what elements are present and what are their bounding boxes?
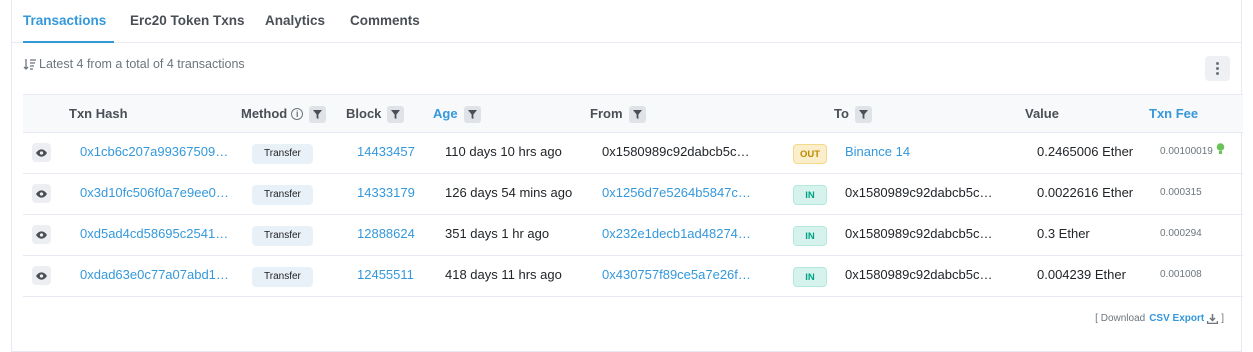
csv-export-label: CSV Export bbox=[1149, 313, 1205, 324]
table-header: Txn Hash Method i Block Age From To Valu… bbox=[23, 94, 1243, 133]
column-header-to: To bbox=[834, 95, 872, 133]
method-badge: Transfer bbox=[252, 226, 313, 246]
to-filter-button[interactable] bbox=[854, 105, 872, 123]
age-text: 351 days 1 hr ago bbox=[445, 226, 550, 241]
info-icon[interactable]: i bbox=[291, 108, 304, 120]
eye-icon bbox=[36, 189, 47, 198]
download-icon bbox=[1207, 313, 1219, 324]
block-filter-button[interactable] bbox=[387, 105, 405, 123]
txn-hash-link[interactable]: 0xd5ad4cd58695c25413… bbox=[80, 215, 232, 255]
filter-icon bbox=[391, 109, 401, 119]
age-text: 126 days 54 mins ago bbox=[445, 185, 573, 200]
tab-transactions[interactable]: Transactions bbox=[23, 0, 114, 43]
filter-icon bbox=[313, 109, 323, 119]
eye-icon bbox=[36, 271, 47, 280]
from-address-link[interactable]: 0x1256d7e5264b5847cc… bbox=[602, 174, 754, 214]
table-row: 0x3d10fc506f0a7e9ee06… Transfer 14333179… bbox=[23, 174, 1243, 215]
tab-erc20-token-txns[interactable]: Erc20 Token Txns bbox=[130, 0, 245, 43]
tab-comments[interactable]: Comments bbox=[350, 0, 420, 43]
tab-analytics[interactable]: Analytics bbox=[265, 0, 325, 43]
column-header-method: Method i bbox=[241, 95, 327, 133]
sort-amount-down-icon bbox=[23, 58, 36, 70]
filter-icon bbox=[858, 109, 868, 119]
from-filter-button[interactable] bbox=[628, 105, 646, 123]
eye-icon bbox=[36, 230, 47, 239]
value-text: 0.004239 Ether bbox=[1037, 267, 1126, 282]
method-filter-button[interactable] bbox=[309, 105, 327, 123]
direction-badge-in: IN bbox=[793, 185, 827, 205]
view-details-button[interactable] bbox=[32, 143, 51, 162]
block-link[interactable]: 14333179 bbox=[357, 174, 415, 214]
to-address: 0x1580989c92dabcb5c7… bbox=[845, 185, 997, 200]
age-text: 110 days 10 hrs ago bbox=[445, 144, 562, 159]
view-details-button[interactable] bbox=[32, 266, 51, 285]
column-header-txn-hash: Txn Hash bbox=[69, 106, 128, 121]
txn-hash-link[interactable]: 0x1cb6c207a993675099… bbox=[80, 133, 232, 173]
value-text: 0.2465006 Ether bbox=[1037, 144, 1134, 159]
method-badge: Transfer bbox=[252, 144, 313, 164]
view-details-button[interactable] bbox=[32, 184, 51, 203]
txn-fee-text: 0.000315 bbox=[1160, 187, 1202, 198]
method-badge: Transfer bbox=[252, 185, 313, 205]
transactions-summary: Latest 4 from a total of 4 transactions bbox=[23, 57, 245, 71]
txn-fee-text: 0.000294 bbox=[1160, 228, 1202, 239]
lightbulb-icon bbox=[1216, 143, 1224, 154]
eye-icon bbox=[36, 148, 47, 157]
download-suffix: ] bbox=[1221, 313, 1224, 324]
view-details-button[interactable] bbox=[32, 225, 51, 244]
block-link[interactable]: 12888624 bbox=[357, 215, 415, 255]
download-prefix: [ Download bbox=[1095, 313, 1146, 324]
tab-bar: Transactions Erc20 Token Txns Analytics … bbox=[12, 0, 1241, 43]
ellipsis-vertical-icon bbox=[1216, 61, 1219, 76]
value-text: 0.3 Ether bbox=[1037, 226, 1090, 241]
filter-icon bbox=[467, 109, 477, 119]
column-header-from: From bbox=[590, 95, 646, 133]
direction-badge-out: OUT bbox=[793, 144, 827, 164]
from-address: 0x1580989c92dabcb5c7… bbox=[602, 144, 754, 159]
age-text: 418 days 11 hrs ago bbox=[445, 267, 562, 282]
age-filter-button[interactable] bbox=[463, 105, 481, 123]
to-address: 0x1580989c92dabcb5c7… bbox=[845, 267, 997, 282]
value-text: 0.0022616 Ether bbox=[1037, 185, 1134, 200]
direction-badge-in: IN bbox=[793, 226, 827, 246]
filter-icon bbox=[632, 109, 642, 119]
column-header-age[interactable]: Age bbox=[433, 95, 481, 133]
table-row: 0xd5ad4cd58695c25413… Transfer 12888624 … bbox=[23, 215, 1243, 256]
column-header-value: Value bbox=[1025, 106, 1059, 121]
txn-fee-text: 0.00100019 bbox=[1160, 133, 1225, 173]
column-header-txn-fee[interactable]: Txn Fee bbox=[1149, 95, 1198, 133]
txn-hash-link[interactable]: 0xdad63e0c77a07abd1a… bbox=[80, 256, 232, 296]
method-badge: Transfer bbox=[252, 267, 313, 287]
to-address-link[interactable]: Binance 14 bbox=[845, 133, 910, 173]
direction-badge-in: IN bbox=[793, 267, 827, 287]
csv-export-link[interactable]: CSV Export bbox=[1149, 313, 1219, 324]
transactions-card: Transactions Erc20 Token Txns Analytics … bbox=[11, 0, 1243, 352]
table-row: 0x1cb6c207a993675099… Transfer 14433457 … bbox=[23, 133, 1243, 174]
txn-fee-text: 0.001008 bbox=[1160, 269, 1202, 280]
from-address-link[interactable]: 0x232e1decb1ad482742… bbox=[602, 215, 754, 255]
table-row: 0xdad63e0c77a07abd1a… Transfer 12455511 … bbox=[23, 256, 1243, 297]
summary-text: Latest 4 from a total of 4 transactions bbox=[39, 57, 245, 71]
txn-hash-link[interactable]: 0x3d10fc506f0a7e9ee06… bbox=[80, 174, 232, 214]
more-options-button[interactable] bbox=[1205, 56, 1230, 81]
column-header-block: Block bbox=[346, 95, 405, 133]
block-link[interactable]: 12455511 bbox=[357, 256, 414, 296]
to-address: 0x1580989c92dabcb5c7… bbox=[845, 226, 997, 241]
from-address-link[interactable]: 0x430757f89ce5a7e26f7… bbox=[602, 256, 754, 296]
block-link[interactable]: 14433457 bbox=[357, 133, 415, 173]
csv-export-footer: [ Download CSV Export ] bbox=[1095, 313, 1224, 324]
